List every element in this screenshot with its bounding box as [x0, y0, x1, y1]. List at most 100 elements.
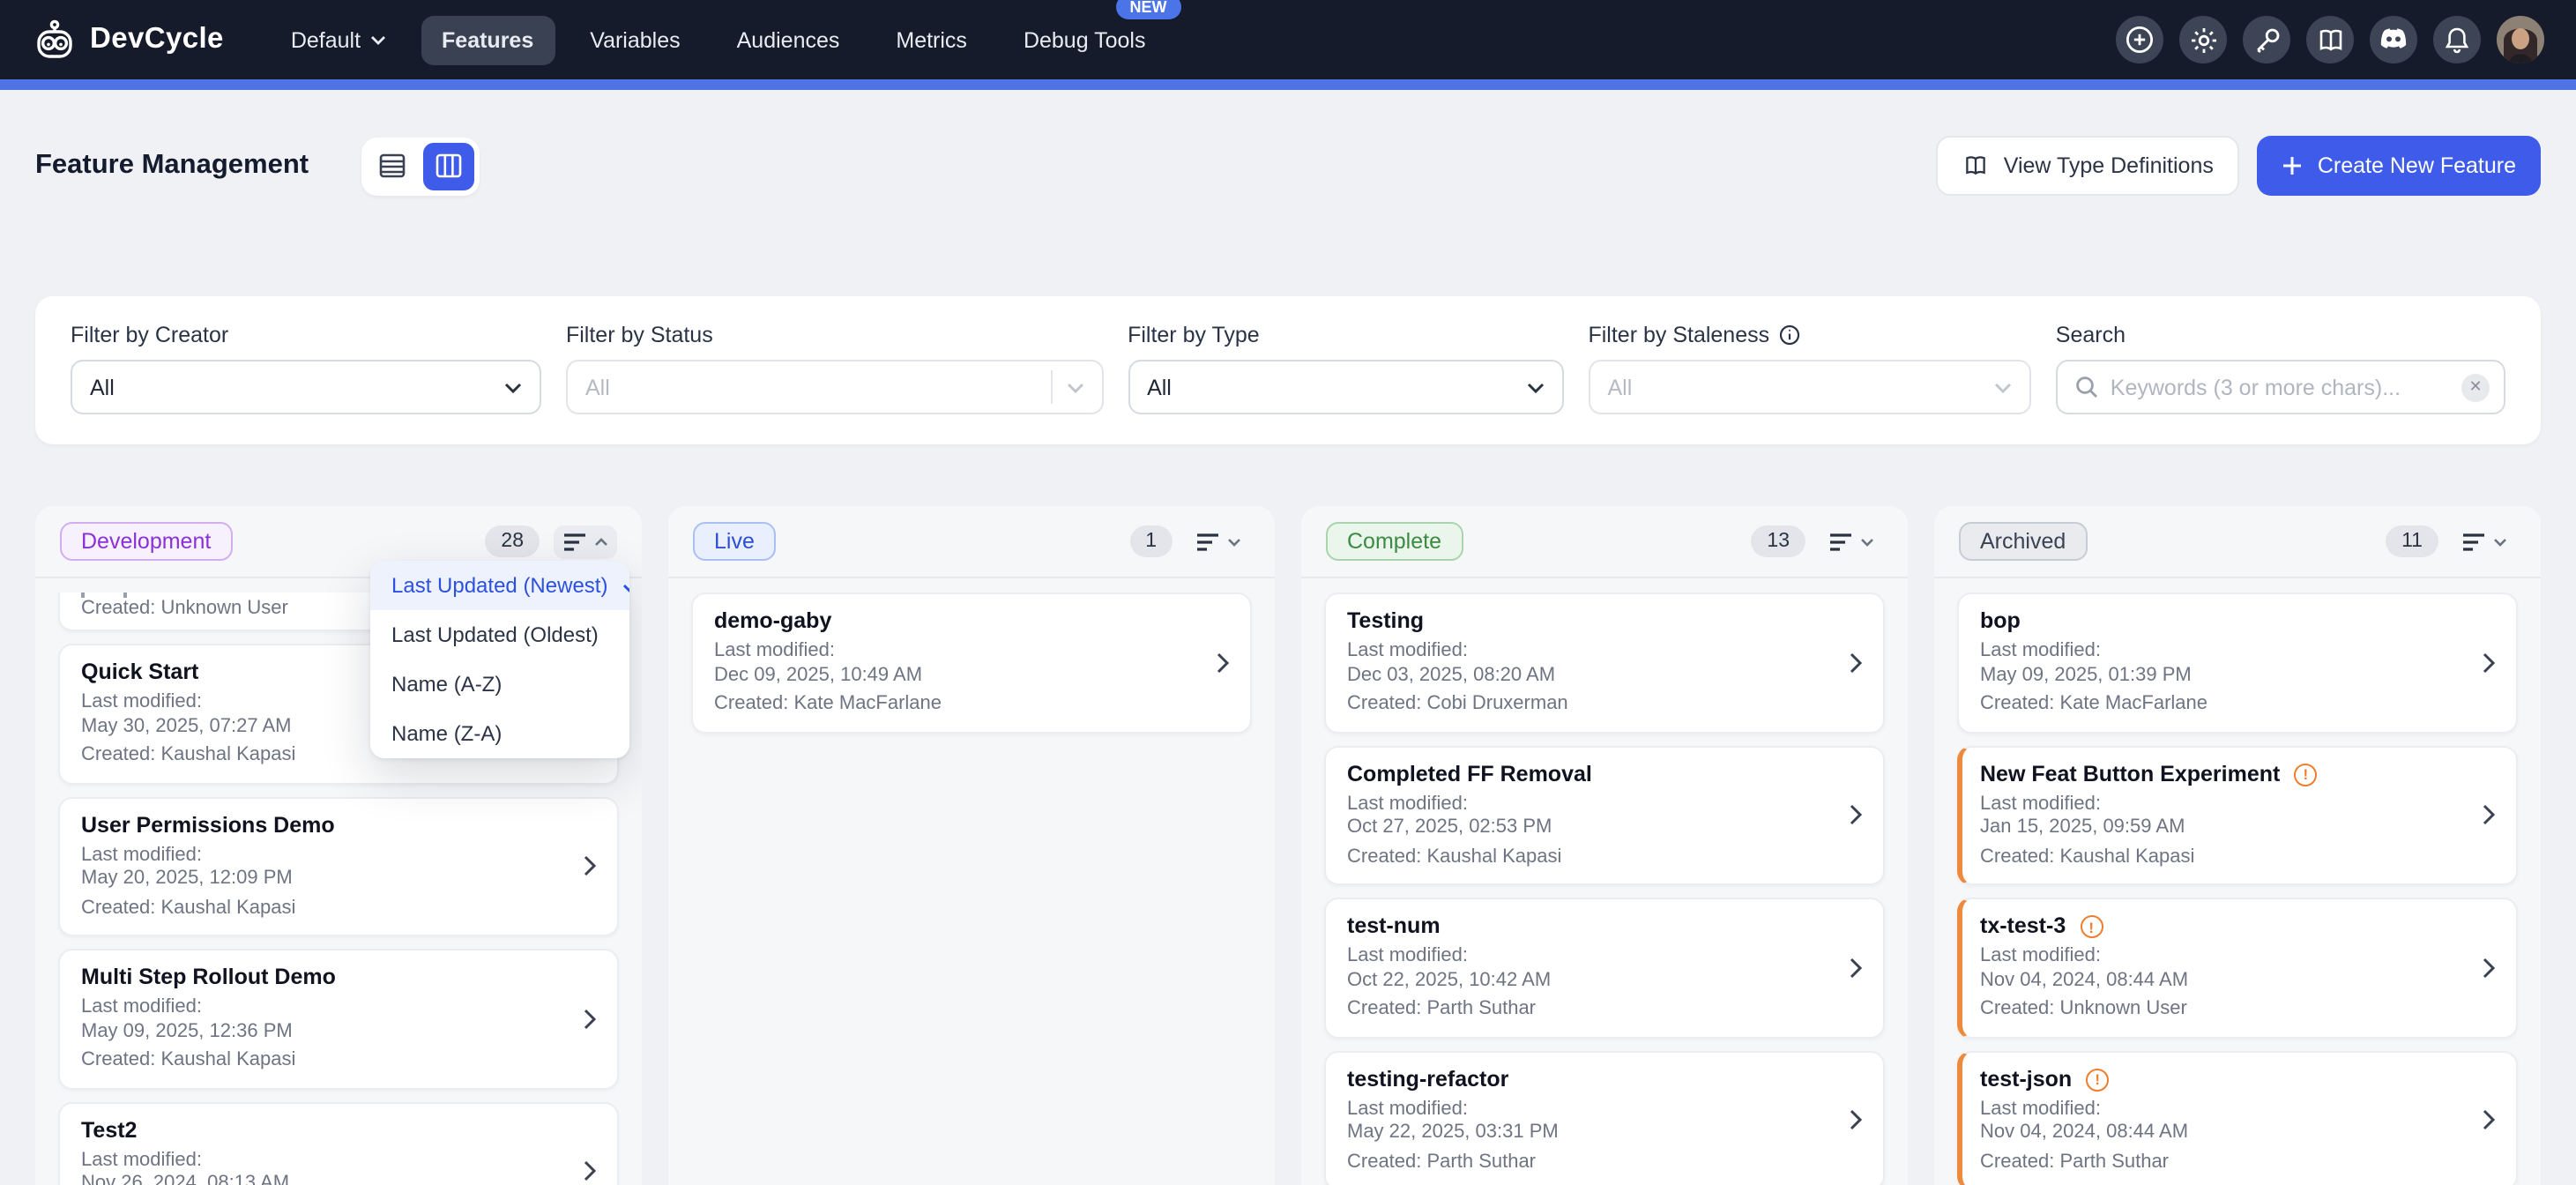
view-type-definitions-button[interactable]: View Type Definitions — [1937, 136, 2240, 196]
chevron-right-icon — [1217, 652, 1229, 674]
filter-staleness-label: Filter by Staleness — [1588, 323, 2030, 347]
nav-actions — [2116, 16, 2544, 63]
feature-card[interactable]: User Permissions Demo Last modified: May… — [58, 796, 619, 936]
last-modified-date: May 09, 2025, 12:36 PM — [81, 1020, 570, 1044]
feature-card[interactable]: demo-gaby Last modified: Dec 09, 2025, 1… — [691, 592, 1252, 733]
discord-icon[interactable] — [2370, 16, 2417, 63]
sort-button[interactable] — [2453, 525, 2516, 558]
feature-card[interactable]: test-num Last modified: Oct 22, 2025, 10… — [1324, 898, 1885, 1038]
accent-strip — [0, 79, 2576, 90]
docs-book-icon[interactable] — [2306, 16, 2354, 63]
created-by: Created: Kaushal Kapasi — [1347, 846, 1835, 869]
feature-card[interactable]: tx-test-3 ! Last modified: Nov 04, 2024,… — [1957, 898, 2518, 1038]
status-badge: Archived — [1959, 522, 2087, 561]
sort-button[interactable] — [1187, 525, 1250, 558]
brand[interactable]: DevCycle — [32, 17, 224, 63]
nav-item-debug-tools[interactable]: Debug Tools NEW — [1002, 15, 1167, 64]
caret-down-icon — [2493, 537, 2507, 546]
nav-item-metrics[interactable]: Metrics — [875, 15, 988, 64]
feature-title: tx-test-3 — [1980, 913, 2066, 940]
chevron-right-icon — [2483, 805, 2495, 826]
chevron-down-icon — [1994, 382, 2012, 392]
feature-card[interactable]: Testing Last modified: Dec 03, 2025, 08:… — [1324, 592, 1885, 733]
sort-option-oldest[interactable]: Last Updated (Oldest) — [370, 610, 629, 660]
created-by: Created: Kaushal Kapasi — [81, 1049, 570, 1073]
filter-panel: Filter by Creator All Filter by Status A… — [35, 296, 2541, 444]
gear-icon[interactable] — [2179, 16, 2227, 63]
top-nav: DevCycle Default Features Variables Audi… — [0, 0, 2576, 79]
search-icon — [2075, 376, 2098, 399]
created-by: Created: Kate MacFarlane — [1980, 693, 2468, 717]
plus-circle-icon[interactable] — [2116, 16, 2163, 63]
search-input[interactable] — [2111, 375, 2449, 399]
last-modified-date: Oct 22, 2025, 10:42 AM — [1347, 969, 1835, 993]
nav-items: Default Features Variables Audiences Met… — [270, 15, 1167, 64]
sort-option-name-za[interactable]: Name (Z-A) — [370, 709, 629, 758]
user-avatar[interactable] — [2497, 16, 2544, 63]
table-view-button[interactable] — [367, 142, 418, 190]
feature-card[interactable]: New Feat Button Experiment ! Last modifi… — [1957, 745, 2518, 885]
sort-dropdown-menu: Last Updated (Newest) Last Updated (Olde… — [370, 561, 629, 758]
info-icon[interactable] — [1778, 324, 1799, 346]
feature-title: demo-gaby — [714, 608, 831, 635]
stale-warning-icon: ! — [2086, 1068, 2109, 1091]
sort-button[interactable] — [1820, 525, 1883, 558]
column-count: 28 — [485, 525, 540, 557]
chevron-right-icon — [2483, 1110, 2495, 1131]
last-modified-date: Nov 26, 2024, 08:13 AM — [81, 1173, 570, 1185]
book-icon — [1963, 153, 1990, 178]
sort-option-name-az[interactable]: Name (A-Z) — [370, 660, 629, 709]
last-modified-date: Dec 09, 2025, 10:49 AM — [714, 664, 1202, 688]
feature-title: New Feat Button Experiment — [1980, 761, 2280, 787]
column-complete: Complete 13 Testing Last modified: Dec 0… — [1301, 506, 1908, 1185]
clear-search-icon[interactable]: ✕ — [2461, 373, 2490, 401]
nav-item-features[interactable]: Features — [421, 15, 555, 64]
column-count: 1 — [1129, 525, 1173, 557]
kanban-view-button[interactable] — [423, 142, 474, 190]
nav-item-variables[interactable]: Variables — [569, 15, 701, 64]
caret-down-icon — [1227, 537, 1241, 546]
filter-creator-select[interactable]: All — [71, 360, 541, 414]
key-icon[interactable] — [2243, 16, 2290, 63]
sort-option-newest[interactable]: Last Updated (Newest) — [370, 561, 629, 610]
last-modified-date: May 22, 2025, 03:31 PM — [1347, 1122, 1835, 1145]
filter-type-select[interactable]: All — [1128, 360, 1563, 414]
feature-title: testing-refactor — [1347, 1066, 1508, 1092]
caret-down-icon — [1860, 537, 1874, 546]
chevron-down-icon — [504, 382, 522, 392]
chevron-right-icon — [1850, 805, 1862, 826]
filter-creator-label: Filter by Creator — [71, 323, 541, 347]
created-by: Created: Unknown User — [1980, 998, 2468, 1022]
chevron-right-icon — [1850, 652, 1862, 674]
view-toggle — [361, 137, 480, 195]
feature-card[interactable]: Multi Step Rollout Demo Last modified: M… — [58, 949, 619, 1089]
chevron-right-icon — [1850, 1110, 1862, 1131]
column-live: Live 1 demo-gaby Last modified: Dec 09, … — [668, 506, 1275, 1185]
project-menu[interactable]: Default — [270, 15, 406, 64]
devcycle-logo-icon — [32, 17, 78, 63]
last-modified-date: May 09, 2025, 01:39 PM — [1980, 664, 2468, 688]
feature-title: test-num — [1347, 913, 1441, 940]
sort-button[interactable] — [554, 525, 617, 558]
chevron-right-icon — [584, 1009, 596, 1030]
chevron-down-icon — [1526, 382, 1544, 392]
feature-card[interactable]: testing-refactor Last modified: May 22, … — [1324, 1050, 1885, 1185]
kanban-board: Development 28 Created: Unknown User — [0, 506, 2576, 1185]
header-actions: View Type Definitions Create New Feature — [1937, 136, 2541, 196]
filter-status-select[interactable]: All — [566, 360, 1103, 414]
feature-title: User Permissions Demo — [81, 812, 335, 838]
feature-card[interactable]: Test2 Last modified: Nov 26, 2024, 08:13… — [58, 1101, 619, 1185]
status-badge: Live — [693, 522, 776, 561]
filter-staleness-select[interactable]: All — [1588, 360, 2030, 414]
search-label: Search — [2056, 323, 2505, 347]
feature-card[interactable]: test-json ! Last modified: Nov 04, 2024,… — [1957, 1050, 2518, 1185]
nav-item-audiences[interactable]: Audiences — [716, 15, 861, 64]
create-new-feature-button[interactable]: Create New Feature — [2258, 136, 2541, 196]
feature-card[interactable]: bop Last modified: May 09, 2025, 01:39 P… — [1957, 592, 2518, 733]
feature-card[interactable]: Completed FF Removal Last modified: Oct … — [1324, 745, 1885, 885]
bell-icon[interactable] — [2433, 16, 2481, 63]
status-badge: Development — [60, 522, 232, 561]
chevron-right-icon — [584, 856, 596, 877]
created-by: Created: Kaushal Kapasi — [81, 897, 570, 920]
last-modified-date: May 20, 2025, 12:09 PM — [81, 868, 570, 891]
